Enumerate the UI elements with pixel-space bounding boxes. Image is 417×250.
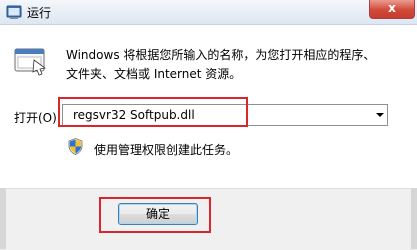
description-line-2: 文件夹、文档或 Internet 资源。	[66, 67, 242, 81]
admin-notice: 使用管理权限创建此任务。	[94, 143, 239, 157]
open-label: 打开(O):	[14, 111, 61, 125]
window-title: 运行	[27, 6, 52, 20]
run-icon	[6, 5, 22, 19]
description-line-1: Windows 将根据您所输入的名称，为您打开相应的程序、	[66, 48, 376, 62]
run-program-icon	[14, 48, 46, 76]
ok-button[interactable]: 确定	[118, 203, 198, 225]
title-bar: 运行 x	[0, 0, 417, 25]
highlight-box-command	[58, 97, 248, 127]
description-text: Windows 将根据您所输入的名称，为您打开相应的程序、 文件夹、文档或 In…	[66, 46, 411, 84]
footer-left-edge	[0, 188, 6, 249]
chevron-down-icon[interactable]	[376, 113, 384, 117]
uac-shield-icon	[68, 138, 83, 155]
close-button[interactable]: x	[369, 0, 415, 19]
footer-right-edge	[411, 188, 417, 249]
